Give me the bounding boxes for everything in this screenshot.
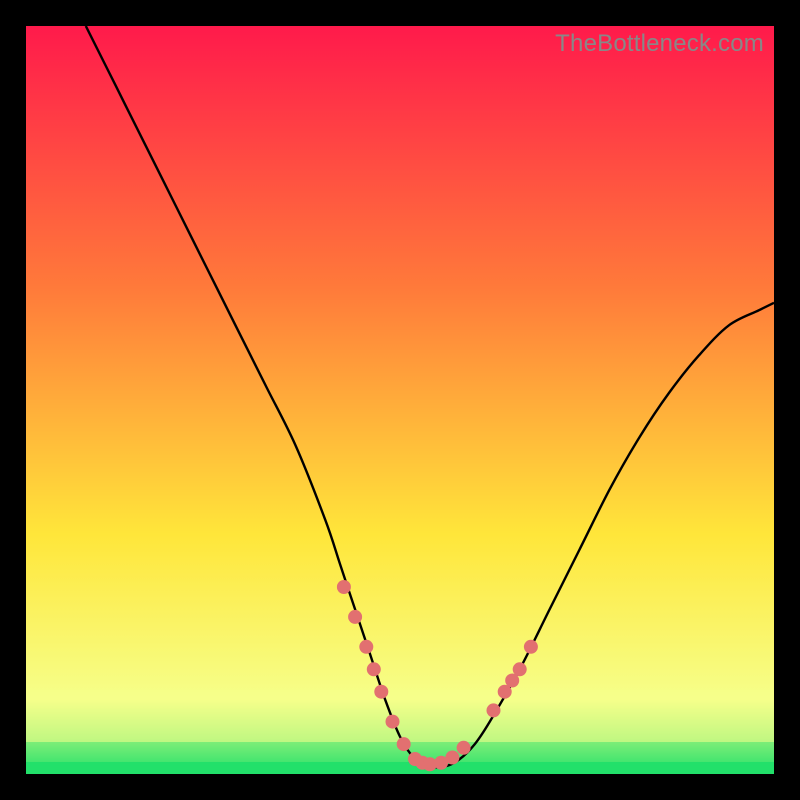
chart-svg	[26, 26, 774, 774]
green-baseline-strip	[26, 762, 774, 774]
chart-plot-area: TheBottleneck.com	[26, 26, 774, 774]
highlight-dot	[513, 662, 527, 676]
highlight-dot	[367, 662, 381, 676]
highlight-dot	[524, 640, 538, 654]
highlight-dot	[445, 751, 459, 765]
chart-frame: TheBottleneck.com	[0, 0, 800, 800]
highlight-dot	[487, 703, 501, 717]
highlight-dot	[374, 685, 388, 699]
gradient-background	[26, 26, 774, 774]
highlight-dot	[386, 715, 400, 729]
highlight-dot	[337, 580, 351, 594]
highlight-dot	[457, 741, 471, 755]
watermark-text: TheBottleneck.com	[555, 30, 764, 58]
highlight-dot	[359, 640, 373, 654]
highlight-dot	[348, 610, 362, 624]
highlight-dot	[397, 737, 411, 751]
